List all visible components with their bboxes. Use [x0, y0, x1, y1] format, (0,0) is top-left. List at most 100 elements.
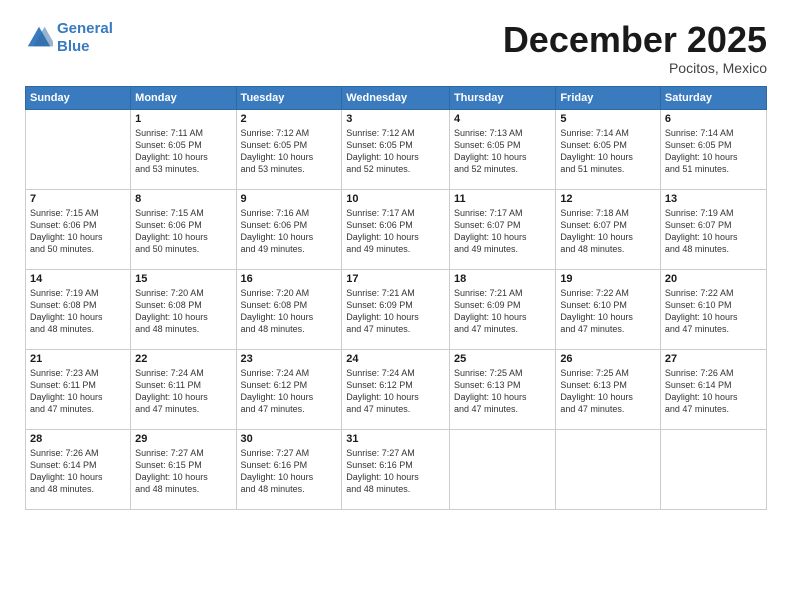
table-row: 16Sunrise: 7:20 AMSunset: 6:08 PMDayligh…: [236, 269, 342, 349]
day-number: 15: [135, 273, 231, 285]
day-info: Sunrise: 7:24 AMSunset: 6:12 PMDaylight:…: [346, 367, 445, 416]
calendar-table: Sunday Monday Tuesday Wednesday Thursday…: [25, 86, 767, 510]
day-info: Sunrise: 7:21 AMSunset: 6:09 PMDaylight:…: [454, 287, 551, 336]
day-number: 1: [135, 113, 231, 125]
day-info: Sunrise: 7:19 AMSunset: 6:08 PMDaylight:…: [30, 287, 126, 336]
table-row: 21 Sunrise: 7:23 AMSunset: 6:11 PMDayligh…: [26, 349, 131, 429]
day-info: Sunrise: 7:11 AMSunset: 6:05 PMDaylight:…: [135, 127, 231, 176]
day-info: Sunrise: 7:25 AMSunset: 6:13 PMDaylight:…: [560, 367, 656, 416]
table-row: 1 Sunrise: 7:11 AMSunset: 6:05 PMDaylight…: [131, 109, 236, 189]
table-row: 25 Sunrise: 7:25 AMSunset: 6:13 PMDayligh…: [449, 349, 555, 429]
month-title: December 2025: [503, 20, 767, 60]
table-row: 22 Sunrise: 7:24 AMSunset: 6:11 PMDayligh…: [131, 349, 236, 429]
col-wednesday: Wednesday: [342, 86, 450, 109]
day-number: 6: [665, 113, 762, 125]
logo-icon: [25, 24, 53, 52]
day-number: 24: [346, 353, 445, 365]
col-saturday: Saturday: [660, 86, 766, 109]
location: Pocitos, Mexico: [503, 60, 767, 76]
logo-text: General Blue: [57, 20, 113, 56]
day-number: 10: [346, 193, 445, 205]
table-row: [449, 429, 555, 509]
table-row: 14 Sunrise: 7:19 AMSunset: 6:08 PMDayligh…: [26, 269, 131, 349]
calendar-header-row: Sunday Monday Tuesday Wednesday Thursday…: [26, 86, 767, 109]
day-info: Sunrise: 7:19 AMSunset: 6:07 PMDaylight:…: [665, 207, 762, 256]
title-block: December 2025 Pocitos, Mexico: [503, 20, 767, 76]
table-row: [556, 429, 661, 509]
table-row: 3 Sunrise: 7:12 AMSunset: 6:05 PMDaylight…: [342, 109, 450, 189]
table-row: [660, 429, 766, 509]
day-info: Sunrise: 7:26 AMSunset: 6:14 PMDaylight:…: [665, 367, 762, 416]
day-number: 28: [30, 433, 126, 445]
day-number: 21: [30, 353, 126, 365]
table-row: 5 Sunrise: 7:14 AMSunset: 6:05 PMDaylight…: [556, 109, 661, 189]
table-row: 27 Sunrise: 7:26 AMSunset: 6:14 PMDayligh…: [660, 349, 766, 429]
day-info: Sunrise: 7:26 AMSunset: 6:14 PMDaylight:…: [30, 447, 126, 496]
day-number: 7: [30, 193, 126, 205]
col-sunday: Sunday: [26, 86, 131, 109]
day-info: Sunrise: 7:27 AMSunset: 6:16 PMDaylight:…: [346, 447, 445, 496]
day-info: Sunrise: 7:14 AMSunset: 6:05 PMDaylight:…: [560, 127, 656, 176]
day-info: Sunrise: 7:13 AMSunset: 6:05 PMDaylight:…: [454, 127, 551, 176]
day-number: 18: [454, 273, 551, 285]
table-row: 4 Sunrise: 7:13 AMSunset: 6:05 PMDaylight…: [449, 109, 555, 189]
day-number: 19: [560, 273, 656, 285]
table-row: 20Sunrise: 7:22 AMSunset: 6:10 PMDayligh…: [660, 269, 766, 349]
day-info: Sunrise: 7:27 AMSunset: 6:15 PMDaylight:…: [135, 447, 231, 496]
day-info: Sunrise: 7:25 AMSunset: 6:13 PMDaylight:…: [454, 367, 551, 416]
day-number: 23: [241, 353, 338, 365]
day-number: 27: [665, 353, 762, 365]
day-info: Sunrise: 7:24 AMSunset: 6:11 PMDaylight:…: [135, 367, 231, 416]
day-info: Sunrise: 7:20 AMSunset: 6:08 PMDaylight:…: [135, 287, 231, 336]
table-row: 10 Sunrise: 7:17 AMSunset: 6:06 PMDayligh…: [342, 189, 450, 269]
day-number: 5: [560, 113, 656, 125]
day-number: 13: [665, 193, 762, 205]
day-number: 25: [454, 353, 551, 365]
col-thursday: Thursday: [449, 86, 555, 109]
table-row: 6Sunrise: 7:14 AMSunset: 6:05 PMDaylight…: [660, 109, 766, 189]
header: General Blue December 2025 Pocitos, Mexi…: [25, 20, 767, 76]
calendar-week-row: 7 Sunrise: 7:15 AMSunset: 6:06 PMDaylight…: [26, 189, 767, 269]
table-row: 11Sunrise: 7:17 AMSunset: 6:07 PMDayligh…: [449, 189, 555, 269]
table-row: 29 Sunrise: 7:27 AMSunset: 6:15 PMDayligh…: [131, 429, 236, 509]
day-info: Sunrise: 7:18 AMSunset: 6:07 PMDaylight:…: [560, 207, 656, 256]
day-number: 31: [346, 433, 445, 445]
day-number: 3: [346, 113, 445, 125]
day-info: Sunrise: 7:22 AMSunset: 6:10 PMDaylight:…: [665, 287, 762, 336]
logo: General Blue: [25, 20, 113, 56]
day-number: 22: [135, 353, 231, 365]
table-row: 17Sunrise: 7:21 AMSunset: 6:09 PMDayligh…: [342, 269, 450, 349]
table-row: 26Sunrise: 7:25 AMSunset: 6:13 PMDayligh…: [556, 349, 661, 429]
table-row: 28 Sunrise: 7:26 AMSunset: 6:14 PMDayligh…: [26, 429, 131, 509]
day-info: Sunrise: 7:12 AMSunset: 6:05 PMDaylight:…: [346, 127, 445, 176]
day-number: 29: [135, 433, 231, 445]
table-row: 12 Sunrise: 7:18 AMSunset: 6:07 PMDayligh…: [556, 189, 661, 269]
day-info: Sunrise: 7:23 AMSunset: 6:11 PMDaylight:…: [30, 367, 126, 416]
day-info: Sunrise: 7:12 AMSunset: 6:05 PMDaylight:…: [241, 127, 338, 176]
table-row: 18 Sunrise: 7:21 AMSunset: 6:09 PMDayligh…: [449, 269, 555, 349]
table-row: [26, 109, 131, 189]
day-number: 11: [454, 193, 551, 205]
table-row: 31 Sunrise: 7:27 AMSunset: 6:16 PMDayligh…: [342, 429, 450, 509]
col-tuesday: Tuesday: [236, 86, 342, 109]
day-number: 8: [135, 193, 231, 205]
table-row: 7 Sunrise: 7:15 AMSunset: 6:06 PMDaylight…: [26, 189, 131, 269]
day-info: Sunrise: 7:22 AMSunset: 6:10 PMDaylight:…: [560, 287, 656, 336]
calendar-week-row: 1 Sunrise: 7:11 AMSunset: 6:05 PMDaylight…: [26, 109, 767, 189]
day-number: 12: [560, 193, 656, 205]
day-info: Sunrise: 7:15 AMSunset: 6:06 PMDaylight:…: [30, 207, 126, 256]
col-monday: Monday: [131, 86, 236, 109]
day-number: 14: [30, 273, 126, 285]
day-info: Sunrise: 7:24 AMSunset: 6:12 PMDaylight:…: [241, 367, 338, 416]
table-row: 23 Sunrise: 7:24 AMSunset: 6:12 PMDayligh…: [236, 349, 342, 429]
day-info: Sunrise: 7:15 AMSunset: 6:06 PMDaylight:…: [135, 207, 231, 256]
table-row: 15 Sunrise: 7:20 AMSunset: 6:08 PMDayligh…: [131, 269, 236, 349]
table-row: 13 Sunrise: 7:19 AMSunset: 6:07 PMDayligh…: [660, 189, 766, 269]
day-info: Sunrise: 7:17 AMSunset: 6:06 PMDaylight:…: [346, 207, 445, 256]
day-number: 30: [241, 433, 338, 445]
day-number: 2: [241, 113, 338, 125]
day-number: 4: [454, 113, 551, 125]
day-info: Sunrise: 7:21 AMSunset: 6:09 PMDaylight:…: [346, 287, 445, 336]
page: General Blue December 2025 Pocitos, Mexi…: [0, 0, 792, 612]
calendar-week-row: 21 Sunrise: 7:23 AMSunset: 6:11 PMDayligh…: [26, 349, 767, 429]
